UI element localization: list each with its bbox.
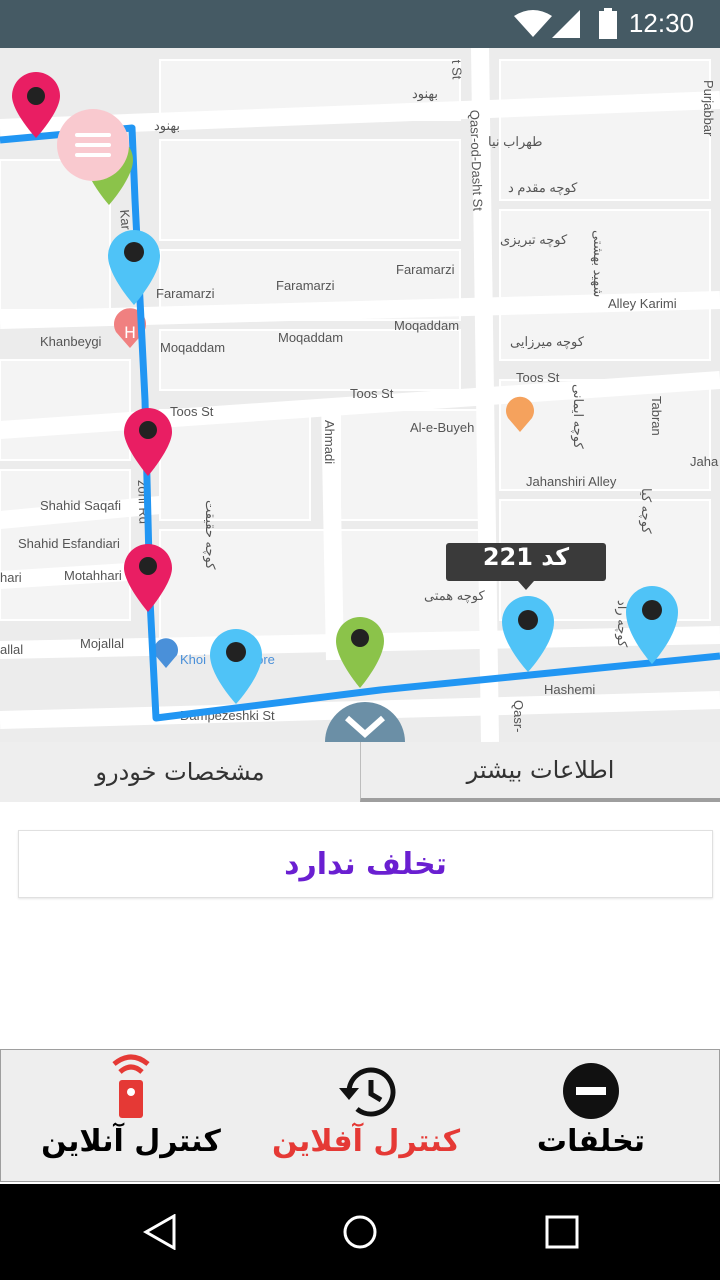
minus-circle-icon bbox=[563, 1063, 619, 1119]
hamburger-icon[interactable] bbox=[57, 109, 129, 181]
svg-text:کوچه همتی: کوچه همتی bbox=[424, 588, 485, 604]
svg-text:Shahid Saqafi: Shahid Saqafi bbox=[40, 498, 121, 513]
svg-text:Purjabbar: Purjabbar bbox=[701, 80, 716, 137]
svg-text:Mojallal: Mojallal bbox=[80, 636, 124, 651]
wifi-icon bbox=[514, 10, 552, 37]
svg-text:H: H bbox=[124, 323, 136, 342]
svg-text:Toos St: Toos St bbox=[170, 404, 214, 419]
svg-text:Khanbeygi: Khanbeygi bbox=[40, 334, 102, 349]
svg-text:بهنود: بهنود bbox=[154, 118, 180, 134]
map-tooltip-text: کد 221 bbox=[482, 543, 570, 571]
nav-offline-control-label: کنترل آفلاین bbox=[271, 1124, 461, 1159]
signal-icon bbox=[552, 10, 580, 38]
svg-text:Jaha: Jaha bbox=[690, 454, 719, 469]
svg-text:کوچه تبریزی: کوچه تبریزی bbox=[500, 232, 568, 248]
recents-icon[interactable] bbox=[544, 1214, 580, 1250]
svg-text:طهراب نیا: طهراب نیا bbox=[488, 134, 542, 150]
tab-bar: مشخصات خودرو اطلاعات بیشتر bbox=[0, 742, 720, 802]
svg-text:Hashemi: Hashemi bbox=[544, 682, 595, 697]
svg-text:t St: t St bbox=[449, 60, 465, 80]
nav-violations[interactable]: تخلفات bbox=[511, 1050, 671, 1183]
svg-text:Toos St: Toos St bbox=[516, 370, 560, 385]
svg-text:hari: hari bbox=[0, 570, 22, 585]
svg-text:کوچه میرزایی: کوچه میرزایی bbox=[510, 334, 585, 350]
svg-text:شهید بهشتی: شهید بهشتی bbox=[590, 230, 606, 297]
violation-card: تخلف ندارد bbox=[18, 830, 713, 898]
battery-icon bbox=[599, 8, 617, 39]
map-view[interactable]: Qasr-od-Dasht St Faramarzi Faramarzi Far… bbox=[0, 48, 720, 742]
home-icon[interactable] bbox=[342, 1214, 378, 1250]
nav-online-control-label: کنترل آنلاین bbox=[41, 1124, 221, 1159]
svg-text:Khoi: Khoi bbox=[180, 652, 206, 667]
svg-text:Moqaddam: Moqaddam bbox=[160, 340, 225, 355]
svg-text:کوچه حقیقت: کوچه حقیقت bbox=[202, 500, 218, 570]
svg-text:Qasr-: Qasr- bbox=[511, 700, 526, 733]
bottom-navigation: کنترل آنلاین کنترل آفلاین تخلفات bbox=[0, 1049, 720, 1182]
svg-text:Motahhari: Motahhari bbox=[64, 568, 122, 583]
svg-text:کوچه کیا: کوچه کیا bbox=[638, 488, 654, 534]
tab-more-info[interactable]: اطلاعات بیشتر bbox=[360, 742, 720, 802]
nav-online-control[interactable]: کنترل آنلاین bbox=[41, 1050, 221, 1183]
svg-text:کوچه ایمانی: کوچه ایمانی bbox=[570, 384, 586, 449]
back-icon[interactable] bbox=[142, 1214, 178, 1250]
tab-vehicle-specs[interactable]: مشخصات خودرو bbox=[0, 742, 360, 802]
svg-text:Alley Karimi: Alley Karimi bbox=[608, 296, 677, 311]
svg-text:Shahid Esfandiari: Shahid Esfandiari bbox=[18, 536, 120, 551]
svg-text:Faramarzi: Faramarzi bbox=[156, 286, 215, 301]
nav-violations-label: تخلفات bbox=[536, 1124, 646, 1159]
violation-status: تخلف ندارد bbox=[284, 846, 447, 882]
svg-text:Al-e-Buyeh: Al-e-Buyeh bbox=[410, 420, 474, 435]
svg-text:بهنود: بهنود bbox=[412, 86, 438, 102]
svg-text:Faramarzi: Faramarzi bbox=[396, 262, 455, 277]
svg-text:Jahanshiri Alley: Jahanshiri Alley bbox=[526, 474, 617, 489]
svg-text:Ahmadi: Ahmadi bbox=[322, 420, 337, 464]
history-icon bbox=[339, 1067, 396, 1117]
clock: 12:30 bbox=[628, 8, 694, 38]
svg-text:allal: allal bbox=[0, 642, 23, 657]
svg-text:Toos St: Toos St bbox=[350, 386, 394, 401]
status-bar: 12:30 bbox=[0, 0, 720, 48]
svg-text:Tabran: Tabran bbox=[649, 396, 664, 436]
svg-text:Faramarzi: Faramarzi bbox=[276, 278, 335, 293]
svg-text:Moqaddam: Moqaddam bbox=[278, 330, 343, 345]
svg-text:Moqaddam: Moqaddam bbox=[394, 318, 459, 333]
svg-text:Kar: Kar bbox=[117, 209, 134, 231]
remote-control-icon bbox=[112, 1054, 150, 1118]
svg-text:کوچه مقدم د: کوچه مقدم د bbox=[508, 180, 578, 196]
nav-offline-control[interactable]: کنترل آفلاین bbox=[271, 1050, 461, 1183]
system-navigation-bar bbox=[0, 1184, 720, 1280]
